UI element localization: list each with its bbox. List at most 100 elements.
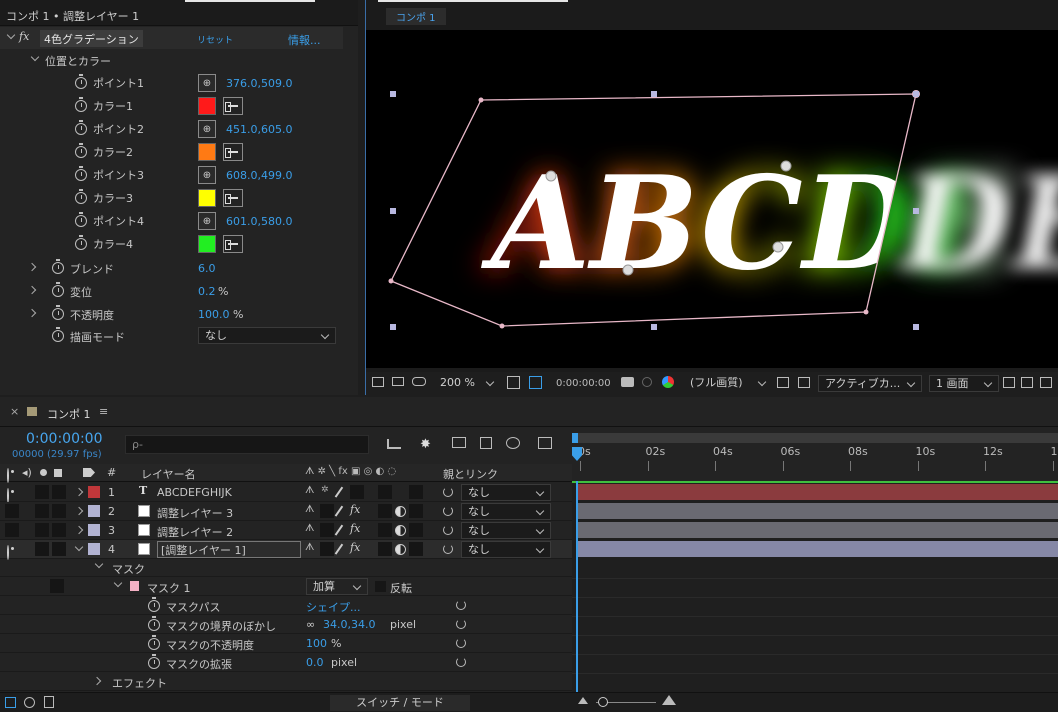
adjustment-switch-icon[interactable] bbox=[395, 525, 406, 536]
solo-cell[interactable] bbox=[35, 504, 49, 518]
pick-whip-icon[interactable] bbox=[456, 600, 466, 610]
lock-cell[interactable] bbox=[52, 485, 66, 499]
layer-label-color[interactable] bbox=[88, 486, 100, 498]
fx-switch-icon[interactable]: fx bbox=[350, 522, 360, 535]
transparency-grid-icon[interactable] bbox=[798, 377, 810, 388]
switch-cell[interactable] bbox=[320, 504, 334, 518]
layer-name-header[interactable]: レイヤー名 bbox=[141, 466, 196, 482]
layer-name[interactable]: [調整レイヤー 1] bbox=[157, 541, 301, 558]
constrain-link-icon[interactable]: ∞ bbox=[306, 618, 315, 631]
adjustment-switch-icon[interactable] bbox=[395, 506, 406, 517]
draft-3d-icon[interactable]: ✸ bbox=[420, 437, 431, 452]
chevron-right-icon[interactable] bbox=[27, 285, 37, 295]
shy-switch-icon[interactable]: ᗑ bbox=[305, 523, 314, 534]
label-icon[interactable] bbox=[83, 468, 95, 477]
color-swatch[interactable] bbox=[198, 143, 216, 161]
chevron-right-icon[interactable] bbox=[74, 487, 84, 497]
switch-cell[interactable] bbox=[378, 504, 392, 518]
quality-switch-icon[interactable] bbox=[334, 543, 343, 555]
mask-group-row[interactable]: マスク bbox=[0, 558, 572, 577]
point-value[interactable]: 601.0,580.0 bbox=[226, 215, 292, 228]
layer-row[interactable]: 2 調整レイヤー 3 ᗑ fx なし bbox=[0, 502, 572, 521]
group-position-color[interactable]: 位置とカラー bbox=[0, 50, 343, 70]
stopwatch-icon[interactable] bbox=[75, 120, 87, 135]
comp-flowchart-icon[interactable] bbox=[387, 439, 401, 449]
transparency-icon[interactable] bbox=[529, 376, 542, 389]
panel-menu-icon[interactable]: ≡ bbox=[99, 405, 108, 418]
zoom-out-icon[interactable] bbox=[578, 697, 588, 704]
stopwatch-icon[interactable] bbox=[75, 143, 87, 158]
parent-dropdown[interactable]: なし bbox=[461, 484, 551, 501]
lock-cell[interactable] bbox=[52, 523, 66, 537]
shy-switch-icon[interactable]: ᗑ bbox=[305, 542, 314, 553]
chevron-right-icon[interactable] bbox=[92, 676, 102, 686]
transform-handle[interactable] bbox=[913, 324, 919, 330]
switch-cell[interactable] bbox=[378, 523, 392, 537]
stopwatch-icon[interactable] bbox=[148, 635, 160, 650]
chevron-down-icon[interactable] bbox=[113, 578, 123, 588]
timeline-tab-label[interactable]: コンポ 1 bbox=[47, 406, 91, 422]
fx-switch-icon[interactable]: fx bbox=[350, 503, 360, 516]
graph-editor-icon[interactable] bbox=[538, 437, 552, 449]
transform-handle[interactable] bbox=[913, 208, 919, 214]
point-value[interactable]: 376.0,509.0 bbox=[226, 77, 292, 90]
crosshair-icon[interactable]: ⊕ bbox=[198, 120, 216, 138]
eyedropper-icon[interactable] bbox=[223, 235, 243, 253]
transform-handle[interactable] bbox=[651, 324, 657, 330]
zoom-slider-thumb[interactable] bbox=[598, 697, 608, 707]
video-toggle-cell[interactable] bbox=[5, 523, 19, 537]
parent-dropdown[interactable]: なし bbox=[461, 503, 551, 520]
chevron-right-icon[interactable] bbox=[27, 308, 37, 318]
stopwatch-icon[interactable] bbox=[75, 166, 87, 181]
crosshair-icon[interactable]: ⊕ bbox=[198, 74, 216, 92]
layer-duration-bar[interactable] bbox=[578, 522, 1058, 538]
mask-visibility-icon[interactable] bbox=[412, 377, 426, 386]
video-toggle-icon[interactable] bbox=[7, 468, 9, 483]
layer-duration-bar[interactable] bbox=[578, 484, 1058, 500]
viewer-tab[interactable]: コンポ 1 bbox=[386, 8, 446, 25]
layer-label-color[interactable] bbox=[88, 543, 100, 555]
resolution-dropdown[interactable]: (フル画質) bbox=[684, 375, 772, 392]
shy-switch-icon[interactable]: ᗑ bbox=[305, 504, 314, 515]
switch-cell[interactable] bbox=[320, 523, 334, 537]
color-swatch[interactable] bbox=[198, 189, 216, 207]
point-value[interactable]: 608.0,499.0 bbox=[226, 169, 292, 182]
work-area-bar[interactable] bbox=[576, 433, 1058, 443]
stopwatch-icon[interactable] bbox=[52, 305, 64, 320]
mask-property-value[interactable]: 34.0,34.0 bbox=[323, 618, 375, 631]
adjustment-switch-icon[interactable] bbox=[395, 544, 406, 555]
viewer-timecode[interactable]: 0:00:00:00 bbox=[556, 378, 611, 389]
zoom-in-icon[interactable] bbox=[662, 695, 676, 705]
solo-icon[interactable] bbox=[40, 469, 47, 476]
views-dropdown[interactable]: 1 画面 bbox=[929, 375, 999, 392]
blend-mode-dropdown[interactable]: なし bbox=[198, 327, 336, 344]
layer-label-color[interactable] bbox=[88, 505, 100, 517]
chevron-down-icon[interactable] bbox=[74, 542, 84, 552]
mask-property-row[interactable]: マスクパス シェイプ... bbox=[0, 596, 572, 615]
color-swatch[interactable] bbox=[198, 235, 216, 253]
stopwatch-icon[interactable] bbox=[75, 189, 87, 204]
fast-preview-icon[interactable] bbox=[1021, 377, 1033, 388]
switch-cell[interactable] bbox=[409, 504, 423, 518]
switch-cell[interactable] bbox=[409, 542, 423, 556]
layer-name[interactable]: 調整レイヤー 3 bbox=[157, 505, 233, 521]
work-area-start[interactable] bbox=[572, 433, 578, 443]
mask-1-row[interactable]: マスク 1 加算 反転 bbox=[0, 577, 572, 596]
lock-icon[interactable] bbox=[54, 469, 62, 477]
collapse-chevron-icon[interactable] bbox=[6, 30, 16, 40]
layer-name[interactable]: 調整レイヤー 2 bbox=[157, 524, 233, 540]
info-link[interactable]: 情報... bbox=[288, 32, 321, 48]
switch-cell[interactable] bbox=[409, 523, 423, 537]
reset-link[interactable]: リセット bbox=[197, 33, 233, 46]
stopwatch-icon[interactable] bbox=[75, 235, 87, 250]
close-icon[interactable]: × bbox=[10, 405, 19, 418]
point-value[interactable]: 451.0,605.0 bbox=[226, 123, 292, 136]
switch-cell[interactable] bbox=[409, 485, 423, 499]
pick-whip-icon[interactable] bbox=[443, 525, 453, 535]
camera-icon[interactable] bbox=[621, 377, 634, 387]
region-icon[interactable] bbox=[777, 377, 789, 388]
layer-search-input[interactable]: ρ‑ bbox=[125, 435, 369, 454]
effect-header[interactable]: fx 4色グラデーション リセット 情報... bbox=[0, 27, 343, 49]
mask-property-value[interactable]: 0.0 bbox=[306, 656, 324, 669]
solo-cell[interactable] bbox=[35, 523, 49, 537]
